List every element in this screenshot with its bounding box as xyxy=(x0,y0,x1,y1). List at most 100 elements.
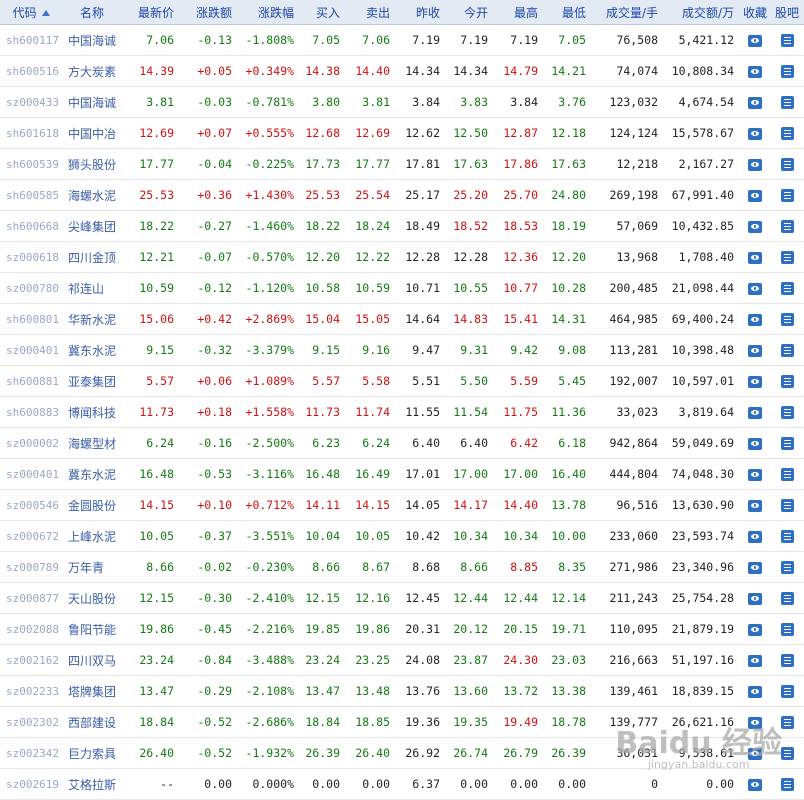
table-row[interactable]: sh600516 方大炭素 14.39 +0.05 +0.349% 14.38 14.40 1… xyxy=(0,55,804,87)
cell-name[interactable]: 海螺水泥 xyxy=(62,179,122,211)
list-icon[interactable] xyxy=(780,189,794,202)
cell-name[interactable]: 博闻科技 xyxy=(62,396,122,428)
table-row[interactable]: sh600883 博闻科技 11.73 +0.18 +1.558% 11.73 11.74 1… xyxy=(0,396,804,428)
cell-name[interactable]: 华新水泥 xyxy=(62,303,122,335)
cell-code[interactable]: sz000877 xyxy=(0,582,62,614)
col-open[interactable]: 今开 xyxy=(446,0,494,25)
eye-icon[interactable] xyxy=(748,282,762,295)
col-change[interactable]: 涨跌额 xyxy=(180,0,238,25)
list-icon[interactable] xyxy=(780,127,794,140)
cell-code[interactable]: sh600668 xyxy=(0,210,62,242)
col-high[interactable]: 最高 xyxy=(494,0,544,25)
table-row[interactable]: sz000433 中国海诚 3.81 -0.03 -0.781% 3.80 3.81 3.84… xyxy=(0,86,804,118)
list-icon[interactable] xyxy=(780,530,794,543)
table-row[interactable]: sz000877 天山股份 12.15 -0.30 -2.410% 12.15 12.16 1… xyxy=(0,582,804,614)
table-row[interactable]: sz002233 塔牌集团 13.47 -0.29 -2.108% 13.47 13.48 1… xyxy=(0,675,804,707)
cell-name[interactable]: 中国海诚 xyxy=(62,86,122,118)
cell-code[interactable]: sz000789 xyxy=(0,551,62,583)
list-icon[interactable] xyxy=(780,499,794,512)
eye-icon[interactable] xyxy=(748,406,762,419)
table-row[interactable]: sh600585 海螺水泥 25.53 +0.36 +1.430% 25.53 25.54 2… xyxy=(0,179,804,211)
cell-code[interactable]: sz000672 xyxy=(0,520,62,552)
table-row[interactable]: sz000401 冀东水泥 9.15 -0.32 -3.379% 9.15 9.16 9.47… xyxy=(0,334,804,366)
eye-icon[interactable] xyxy=(748,685,762,698)
list-icon[interactable] xyxy=(780,716,794,729)
cell-name[interactable]: 狮头股份 xyxy=(62,148,122,180)
col-volume[interactable]: 成交量/手 xyxy=(592,0,664,25)
table-row[interactable]: sh600668 尖峰集团 18.22 -0.27 -1.460% 18.22 18.24 1… xyxy=(0,210,804,242)
cell-name[interactable]: 巨力索具 xyxy=(62,737,122,769)
cell-name[interactable]: 万年青 xyxy=(62,551,122,583)
eye-icon[interactable] xyxy=(748,592,762,605)
eye-icon[interactable] xyxy=(748,65,762,78)
cell-code[interactable]: sz000433 xyxy=(0,86,62,118)
list-icon[interactable] xyxy=(780,65,794,78)
cell-name[interactable]: 鲁阳节能 xyxy=(62,613,122,645)
cell-code[interactable]: sz002619 xyxy=(0,768,62,800)
cell-name[interactable]: 中国海诚 xyxy=(62,24,122,56)
table-row[interactable]: sz000672 上峰水泥 10.05 -0.37 -3.551% 10.04 10.05 1… xyxy=(0,520,804,552)
cell-code[interactable]: sz002162 xyxy=(0,644,62,676)
cell-name[interactable]: 尖峰集团 xyxy=(62,210,122,242)
cell-code[interactable]: sh600801 xyxy=(0,303,62,335)
table-row[interactable]: sz002088 鲁阳节能 19.86 -0.45 -2.216% 19.85 19.86 2… xyxy=(0,613,804,645)
list-icon[interactable] xyxy=(780,158,794,171)
eye-icon[interactable] xyxy=(748,778,762,791)
eye-icon[interactable] xyxy=(748,127,762,140)
table-row[interactable]: sz000401 冀东水泥 16.48 -0.53 -3.116% 16.48 16.49 1… xyxy=(0,458,804,490)
cell-name[interactable]: 上峰水泥 xyxy=(62,520,122,552)
eye-icon[interactable] xyxy=(748,499,762,512)
cell-name[interactable]: 海螺型材 xyxy=(62,427,122,459)
cell-name[interactable]: 祁连山 xyxy=(62,272,122,304)
eye-icon[interactable] xyxy=(748,96,762,109)
cell-name[interactable]: 方大炭素 xyxy=(62,55,122,87)
cell-code[interactable]: sz000401 xyxy=(0,458,62,490)
col-bid[interactable]: 买入 xyxy=(300,0,346,25)
table-row[interactable]: sz000789 万年青 8.66 -0.02 -0.230% 8.66 8.67 8.68 8… xyxy=(0,551,804,583)
col-low[interactable]: 最低 xyxy=(544,0,592,25)
cell-name[interactable]: 天山股份 xyxy=(62,582,122,614)
list-icon[interactable] xyxy=(780,96,794,109)
cell-code[interactable]: sh600585 xyxy=(0,179,62,211)
eye-icon[interactable] xyxy=(748,375,762,388)
eye-icon[interactable] xyxy=(748,654,762,667)
eye-icon[interactable] xyxy=(748,158,762,171)
eye-icon[interactable] xyxy=(748,468,762,481)
sort-up-icon[interactable] xyxy=(41,10,50,16)
eye-icon[interactable] xyxy=(748,623,762,636)
table-row[interactable]: sh600117 中国海诚 7.06 -0.13 -1.808% 7.05 7.06 7.19… xyxy=(0,24,804,56)
list-icon[interactable] xyxy=(780,654,794,667)
col-price[interactable]: 最新价 xyxy=(122,0,180,25)
cell-code[interactable]: sh600881 xyxy=(0,365,62,397)
cell-code[interactable]: sh600539 xyxy=(0,148,62,180)
cell-code[interactable]: sz002302 xyxy=(0,706,62,738)
list-icon[interactable] xyxy=(780,34,794,47)
list-icon[interactable] xyxy=(780,561,794,574)
table-row[interactable]: sh600539 狮头股份 17.77 -0.04 -0.225% 17.73 17.77 1… xyxy=(0,148,804,180)
cell-name[interactable]: 冀东水泥 xyxy=(62,458,122,490)
eye-icon[interactable] xyxy=(748,530,762,543)
table-row[interactable]: sh601618 中国中冶 12.69 +0.07 +0.555% 12.68 12.69 1… xyxy=(0,117,804,149)
cell-name[interactable]: 中国中冶 xyxy=(62,117,122,149)
eye-icon[interactable] xyxy=(748,34,762,47)
cell-code[interactable]: sh600516 xyxy=(0,55,62,87)
eye-icon[interactable] xyxy=(748,251,762,264)
eye-icon[interactable] xyxy=(748,313,762,326)
cell-name[interactable]: 四川双马 xyxy=(62,644,122,676)
list-icon[interactable] xyxy=(780,406,794,419)
col-name[interactable]: 名称 xyxy=(62,0,122,25)
list-icon[interactable] xyxy=(780,375,794,388)
list-icon[interactable] xyxy=(780,313,794,326)
table-row[interactable]: sz000780 祁连山 10.59 -0.12 -1.120% 10.58 10.59 10… xyxy=(0,272,804,304)
cell-code[interactable]: sz002342 xyxy=(0,737,62,769)
cell-name[interactable]: 西部建设 xyxy=(62,706,122,738)
eye-icon[interactable] xyxy=(748,189,762,202)
cell-code[interactable]: sz002088 xyxy=(0,613,62,645)
cell-name[interactable]: 金圆股份 xyxy=(62,489,122,521)
eye-icon[interactable] xyxy=(748,437,762,450)
cell-code[interactable]: sz000618 xyxy=(0,241,62,273)
list-icon[interactable] xyxy=(780,282,794,295)
cell-code[interactable]: sz000401 xyxy=(0,334,62,366)
cell-name[interactable]: 四川金顶 xyxy=(62,241,122,273)
list-icon[interactable] xyxy=(780,592,794,605)
